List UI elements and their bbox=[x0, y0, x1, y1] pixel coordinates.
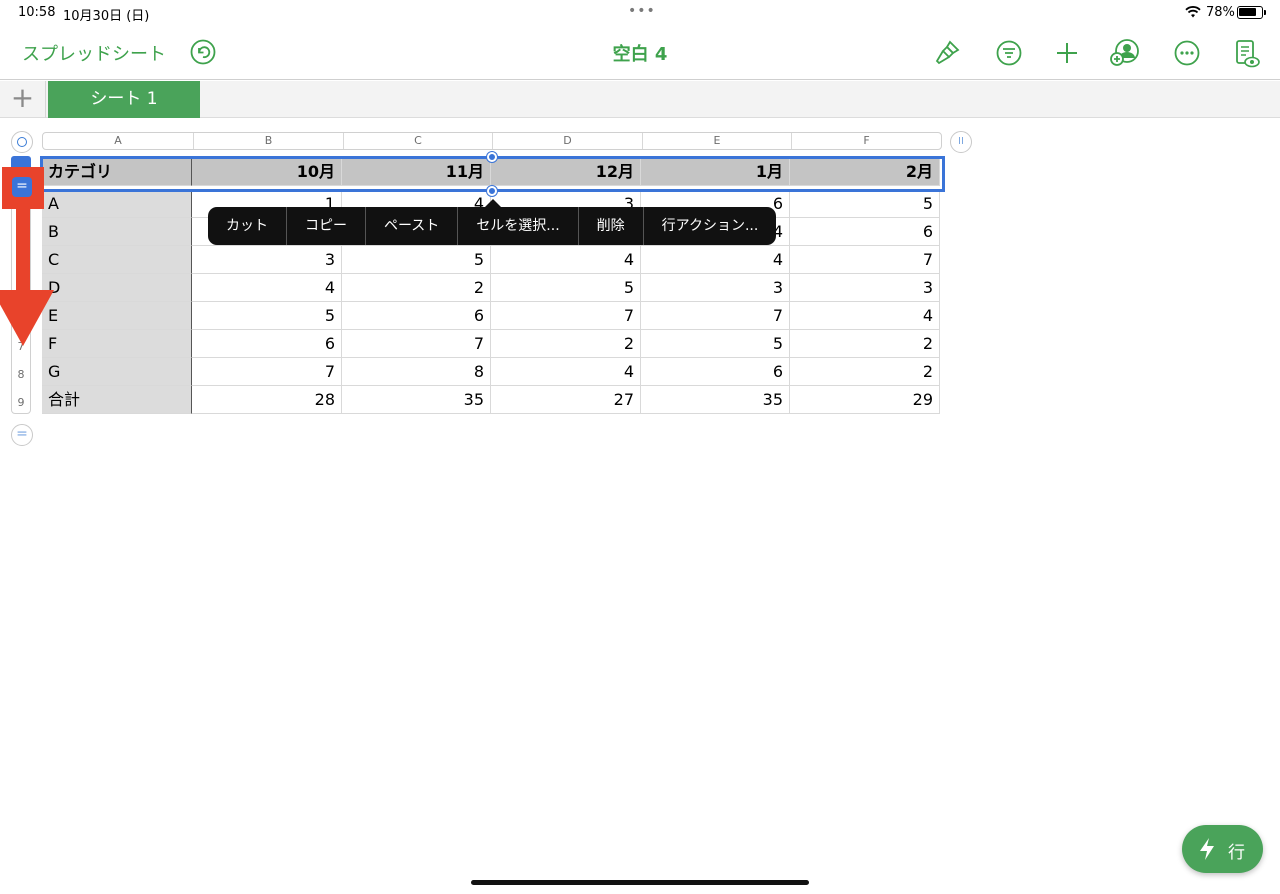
table-cell[interactable]: 28 bbox=[192, 386, 342, 414]
table-grid: カテゴリ 10月 11月 12月 1月 2月 A 1 4 3 6 5 B 4 6… bbox=[42, 158, 942, 414]
table-cell[interactable]: 5 bbox=[790, 190, 940, 218]
table-cell[interactable]: 5 bbox=[491, 274, 641, 302]
menu-item-copy[interactable]: コピー bbox=[286, 207, 365, 245]
reading-view-icon[interactable] bbox=[1233, 39, 1261, 68]
table-cell[interactable]: 2 bbox=[790, 330, 940, 358]
add-row-handle[interactable]: = bbox=[11, 424, 33, 446]
table-select-handle[interactable] bbox=[11, 131, 33, 153]
filter-icon[interactable] bbox=[995, 39, 1023, 67]
fab-label: 行 bbox=[1228, 843, 1245, 863]
table-cell[interactable]: 4 bbox=[641, 246, 790, 274]
table-cell[interactable]: 35 bbox=[641, 386, 790, 414]
add-column-handle[interactable]: II bbox=[950, 131, 972, 153]
menu-item-paste[interactable]: ペースト bbox=[365, 207, 457, 245]
column-header-b[interactable]: B bbox=[193, 133, 343, 149]
row-number[interactable]: 8 bbox=[12, 368, 30, 381]
menu-item-cut[interactable]: カット bbox=[208, 207, 286, 245]
table-cell[interactable]: 7 bbox=[790, 246, 940, 274]
selection-bottom-handle[interactable] bbox=[487, 186, 497, 196]
multitasking-dots[interactable]: ••• bbox=[628, 3, 656, 19]
table-cell[interactable]: 7 bbox=[491, 302, 641, 330]
table-cell[interactable]: 2 bbox=[491, 330, 641, 358]
collaborate-icon[interactable] bbox=[1110, 39, 1139, 67]
table-cell[interactable]: 35 bbox=[342, 386, 491, 414]
selection-top-handle[interactable] bbox=[487, 152, 497, 162]
paintbrush-icon[interactable] bbox=[933, 39, 961, 67]
table-cell[interactable]: 5 bbox=[342, 246, 491, 274]
table-cell[interactable]: 29 bbox=[790, 386, 940, 414]
status-bar: 10:58 10月30日 (日) ••• 78% bbox=[0, 0, 1280, 26]
row-label-cell[interactable]: E bbox=[42, 302, 192, 330]
document-title[interactable]: 空白 4 bbox=[540, 40, 740, 66]
more-icon[interactable] bbox=[1173, 39, 1201, 67]
table-cell[interactable]: 3 bbox=[192, 246, 342, 274]
plus-icon[interactable] bbox=[1053, 39, 1081, 67]
row-label-cell[interactable]: B bbox=[42, 218, 192, 246]
context-menu: カット コピー ペースト セルを選択... 削除 行アクション... bbox=[208, 207, 777, 245]
column-header-e[interactable]: E bbox=[642, 133, 791, 149]
back-to-spreadsheets-button[interactable]: スプレッドシート bbox=[22, 40, 166, 66]
annotation-arrow-head bbox=[0, 290, 54, 346]
toolbar: スプレッドシート 空白 4 bbox=[0, 26, 1280, 80]
table-cell[interactable]: 5 bbox=[192, 302, 342, 330]
column-header-d[interactable]: D bbox=[492, 133, 642, 149]
row-drag-handle[interactable]: = bbox=[12, 177, 32, 197]
undo-icon[interactable] bbox=[190, 39, 216, 69]
menu-item-row-actions[interactable]: 行アクション... bbox=[642, 207, 777, 245]
annotation-arrow-shaft bbox=[16, 209, 30, 293]
wifi-icon bbox=[1185, 6, 1201, 22]
menu-item-select-cells[interactable]: セルを選択... bbox=[457, 207, 577, 245]
table-cell[interactable]: 3 bbox=[790, 274, 940, 302]
tab-sheet-1[interactable]: シート 1 bbox=[48, 81, 200, 118]
column-header-a[interactable]: A bbox=[43, 133, 193, 149]
row-label-cell[interactable]: C bbox=[42, 246, 192, 274]
sheet-tab-bar: + シート 1 bbox=[0, 81, 1280, 118]
table-cell[interactable]: 7 bbox=[641, 302, 790, 330]
battery-percent: 78% bbox=[1206, 5, 1235, 20]
menu-item-delete[interactable]: 削除 bbox=[577, 207, 643, 245]
table-cell[interactable]: 3 bbox=[641, 274, 790, 302]
table-cell[interactable]: 4 bbox=[790, 302, 940, 330]
status-date: 10月30日 (日) bbox=[63, 9, 150, 24]
table-cell[interactable]: 5 bbox=[641, 330, 790, 358]
home-indicator[interactable] bbox=[471, 880, 809, 885]
column-header-c[interactable]: C bbox=[343, 133, 492, 149]
table-cell[interactable]: 2 bbox=[790, 358, 940, 386]
table-cell[interactable]: 4 bbox=[491, 358, 641, 386]
row-number[interactable]: 9 bbox=[12, 396, 30, 409]
status-time: 10:58 bbox=[18, 5, 56, 20]
table-cell[interactable]: 6 bbox=[342, 302, 491, 330]
row-label-cell[interactable]: 合計 bbox=[42, 386, 192, 414]
row-label-cell[interactable]: A bbox=[42, 190, 192, 218]
row-quick-action-button[interactable]: 行 bbox=[1182, 825, 1263, 873]
table-cell[interactable]: 4 bbox=[192, 274, 342, 302]
table-cell[interactable]: 8 bbox=[342, 358, 491, 386]
table-cell[interactable]: 6 bbox=[641, 358, 790, 386]
battery-icon bbox=[1237, 6, 1263, 19]
add-sheet-button[interactable]: + bbox=[0, 81, 46, 118]
table-cell[interactable]: 6 bbox=[790, 218, 940, 246]
row-label-cell[interactable]: F bbox=[42, 330, 192, 358]
table-cell[interactable]: 4 bbox=[491, 246, 641, 274]
row-label-cell[interactable]: G bbox=[42, 358, 192, 386]
lightning-icon bbox=[1198, 837, 1216, 866]
column-header-bar: A B C D E F bbox=[42, 132, 942, 150]
row-label-cell[interactable]: D bbox=[42, 274, 192, 302]
table-cell[interactable]: 27 bbox=[491, 386, 641, 414]
table-cell[interactable]: 2 bbox=[342, 274, 491, 302]
table-cell[interactable]: 6 bbox=[192, 330, 342, 358]
table-cell[interactable]: 7 bbox=[192, 358, 342, 386]
table-cell[interactable]: 7 bbox=[342, 330, 491, 358]
column-header-f[interactable]: F bbox=[791, 133, 941, 149]
